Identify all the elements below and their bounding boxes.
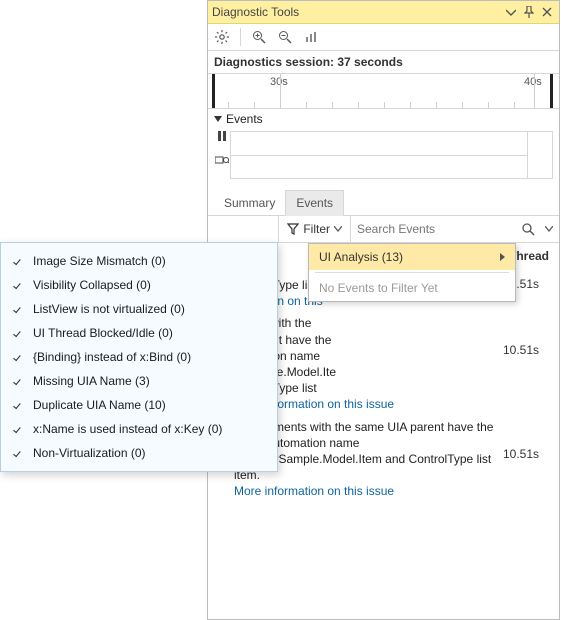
collapse-icon[interactable] bbox=[214, 116, 222, 122]
pin-icon[interactable] bbox=[521, 4, 537, 20]
search-icon[interactable] bbox=[518, 223, 539, 236]
submenu-item[interactable]: Non-Virtualization (0) bbox=[1, 441, 277, 465]
check-icon bbox=[11, 423, 23, 435]
submenu-item-label: Image Size Mismatch (0) bbox=[33, 254, 166, 268]
more-info-link[interactable]: More information on this issue bbox=[234, 483, 495, 499]
check-icon bbox=[11, 279, 23, 291]
chevron-down-icon bbox=[334, 226, 342, 232]
submenu-item-label: x:Name is used instead of x:Key (0) bbox=[33, 422, 222, 436]
filter-icon bbox=[287, 223, 299, 235]
chart-icon[interactable] bbox=[301, 27, 321, 47]
events-swimlane-grid bbox=[230, 131, 553, 179]
filter-bar: Filter bbox=[208, 216, 559, 243]
menu-item-no-events: No Events to Filter Yet bbox=[309, 275, 515, 301]
zoom-in-icon[interactable] bbox=[249, 27, 269, 47]
submenu-item-label: Visibility Collapsed (0) bbox=[33, 278, 151, 292]
filter-button[interactable]: Filter bbox=[279, 216, 351, 242]
toolbar bbox=[208, 24, 559, 51]
filter-dropdown-menu: UI Analysis (13) No Events to Filter Yet bbox=[308, 243, 516, 302]
swimlane-icons bbox=[214, 128, 230, 168]
event-time: 10.51s bbox=[503, 419, 551, 461]
check-icon bbox=[11, 399, 23, 411]
ruler-start-mark bbox=[212, 74, 215, 108]
close-icon[interactable] bbox=[539, 4, 555, 20]
pause-icon[interactable] bbox=[214, 128, 230, 144]
search-input[interactable] bbox=[355, 221, 514, 237]
check-icon bbox=[11, 255, 23, 267]
submenu-item-label: Missing UIA Name (3) bbox=[33, 374, 150, 388]
intellitrace-icon[interactable] bbox=[214, 152, 230, 168]
ruler-tick bbox=[534, 74, 535, 108]
window-title: Diagnostic Tools bbox=[212, 5, 501, 19]
menu-item-label: No Events to Filter Yet bbox=[319, 281, 438, 295]
submenu-arrow-icon bbox=[500, 253, 505, 261]
menu-separator bbox=[315, 272, 509, 273]
menu-item-ui-analysis[interactable]: UI Analysis (13) bbox=[309, 244, 515, 270]
menu-item-label: UI Analysis (13) bbox=[319, 250, 403, 264]
search-wrap bbox=[351, 216, 559, 242]
window-options-icon[interactable] bbox=[503, 4, 519, 20]
ruler-tick bbox=[280, 74, 281, 108]
separator bbox=[240, 28, 241, 46]
tab-events[interactable]: Events bbox=[285, 190, 344, 216]
submenu-item[interactable]: UI Thread Blocked/Idle (0) bbox=[1, 321, 277, 345]
ruler-label: 30s bbox=[270, 76, 288, 88]
submenu-item[interactable]: Duplicate UIA Name (10) bbox=[1, 393, 277, 417]
ruler-label: 40s bbox=[524, 76, 542, 88]
submenu-item[interactable]: Visibility Collapsed (0) bbox=[1, 273, 277, 297]
submenu-item-label: Duplicate UIA Name (10) bbox=[33, 398, 166, 412]
check-icon bbox=[11, 375, 23, 387]
submenu-item[interactable]: {Binding} instead of x:Bind (0) bbox=[1, 345, 277, 369]
submenu-item-label: Non-Virtualization (0) bbox=[33, 446, 146, 460]
check-icon bbox=[11, 351, 23, 363]
check-icon bbox=[11, 327, 23, 339]
session-label: Diagnostics session: 37 seconds bbox=[208, 51, 559, 74]
submenu-item[interactable]: Missing UIA Name (3) bbox=[1, 369, 277, 393]
filter-button-label: Filter bbox=[303, 222, 330, 236]
settings-icon[interactable] bbox=[212, 27, 232, 47]
title-bar: Diagnostic Tools bbox=[208, 1, 559, 24]
submenu-item[interactable]: Image Size Mismatch (0) bbox=[1, 249, 277, 273]
detail-tabs: Summary Events bbox=[208, 189, 559, 216]
submenu-item[interactable]: x:Name is used instead of x:Key (0) bbox=[1, 417, 277, 441]
submenu-item-label: {Binding} instead of x:Bind (0) bbox=[33, 350, 191, 364]
submenu-item[interactable]: ListView is not virtualized (0) bbox=[1, 297, 277, 321]
tab-summary[interactable]: Summary bbox=[214, 191, 285, 215]
search-options-icon[interactable] bbox=[543, 226, 555, 232]
events-swimlane-header[interactable]: Events bbox=[208, 109, 559, 129]
ruler-end-mark bbox=[550, 74, 553, 108]
check-icon bbox=[11, 447, 23, 459]
ui-analysis-submenu: Image Size Mismatch (0) Visibility Colla… bbox=[0, 242, 278, 472]
zoom-out-icon[interactable] bbox=[275, 27, 295, 47]
filter-bar-pad bbox=[208, 216, 279, 242]
event-time: 10.51s bbox=[503, 315, 551, 357]
events-swimlane-label: Events bbox=[226, 112, 263, 126]
submenu-item-label: UI Thread Blocked/Idle (0) bbox=[33, 326, 173, 340]
check-icon bbox=[11, 303, 23, 315]
submenu-item-label: ListView is not virtualized (0) bbox=[33, 302, 185, 316]
time-ruler[interactable]: 30s 40s bbox=[208, 74, 559, 109]
